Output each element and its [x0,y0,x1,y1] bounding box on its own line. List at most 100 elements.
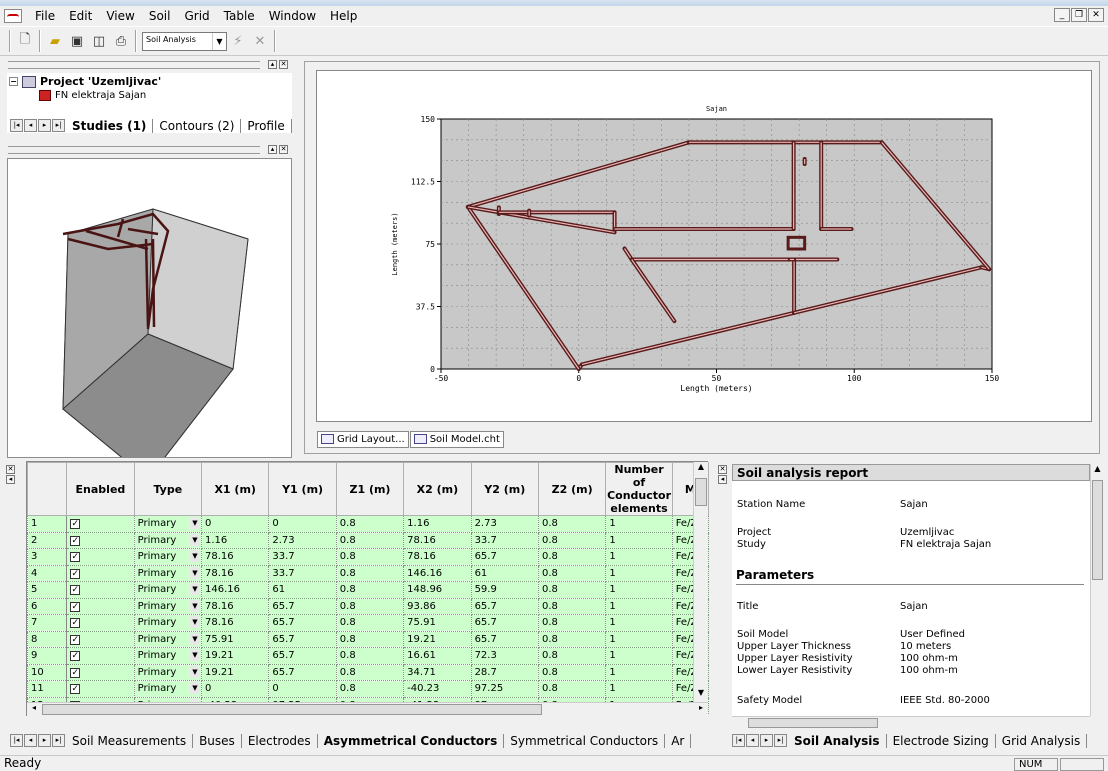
menu-view[interactable]: View [99,9,141,23]
table-cell[interactable]: 78.16 [403,531,472,549]
table-row[interactable]: 11 ✓ Primary ▼ 0 0 0.8 -40.23 97.25 0.8 1 Fe/Z [26,680,710,698]
table-cell[interactable]: 0 [200,515,270,533]
close-button[interactable]: ✕ [1088,8,1104,22]
table-row[interactable]: 9 ✓ Primary ▼ 19.21 65.7 0.8 16.61 72.3 0.8 1 Fe/Z [26,647,710,665]
table-row[interactable]: 10 ✓ Primary ▼ 19.21 65.7 0.8 34.71 28.7 0.8 1 Fe/Z [26,663,710,681]
table-cell[interactable]: 146.16 [403,564,472,582]
table-cell[interactable]: 65.7 [268,647,337,665]
table-cell[interactable]: 16.61 [403,647,472,665]
type-dropdown[interactable]: Primary ▼ [133,663,203,681]
type-dropdown[interactable]: Primary ▼ [133,548,203,566]
table-cell[interactable]: 0.8 [537,531,607,549]
first-tab-icon[interactable]: |◂ [732,734,745,747]
enabled-cell[interactable]: ✓ [66,630,135,648]
menu-window[interactable]: Window [262,9,323,23]
table-cell[interactable]: 33.7 [268,564,337,582]
column-header[interactable]: Y2 (m) [470,462,539,516]
table-row[interactable]: 8 ✓ Primary ▼ 75.91 65.7 0.8 19.21 65.7 0.8 1 Fe/Z [26,630,710,648]
chevron-down-icon[interactable]: ▼ [190,583,200,595]
table-cell[interactable]: 0.8 [335,647,405,665]
table-cell[interactable]: 65.7 [268,663,337,681]
table-cell[interactable]: 75.91 [200,630,270,648]
enabled-checkbox[interactable]: ✓ [70,519,81,530]
scroll-thumb[interactable] [42,704,542,715]
prev-tab-icon[interactable]: ◂ [24,734,37,747]
scroll-down-icon[interactable]: ▼ [694,688,708,702]
report-hscroll[interactable] [732,716,1090,729]
scroll-left-icon[interactable]: ◂ [27,703,41,716]
chevron-down-icon[interactable]: ▼ [190,665,200,678]
enabled-checkbox[interactable]: ✓ [70,552,81,563]
table-cell[interactable]: 1 [605,597,673,615]
table-cell[interactable]: 78.16 [200,548,270,566]
menu-soil[interactable]: Soil [142,9,178,23]
column-header[interactable]: Enabled [66,462,135,516]
type-dropdown[interactable]: Primary ▼ [133,515,203,533]
table-cell[interactable]: 1 [605,531,673,549]
row-number[interactable]: 5 [26,581,68,599]
column-header[interactable]: Y1 (m) [268,462,337,516]
row-number[interactable]: 4 [26,564,68,582]
enabled-cell[interactable]: ✓ [66,663,135,681]
print-preview-icon[interactable]: ◫ [88,30,110,52]
table-cell[interactable]: -40.23 [403,680,472,698]
chevron-down-icon[interactable]: ▼ [190,682,200,694]
row-number[interactable]: 8 [26,630,68,648]
menu-file[interactable]: File [28,9,62,23]
tab-buses[interactable]: Buses [193,733,242,748]
prev-tab-icon[interactable]: ◂ [24,119,37,132]
restore-button[interactable]: ❐ [1071,8,1087,22]
tab-contours[interactable]: Contours (2) [153,118,242,133]
type-dropdown[interactable]: Primary ▼ [133,630,203,648]
doc-tab-grid-layout[interactable]: Grid Layout... [317,430,409,448]
chevron-down-icon[interactable]: ▼ [190,599,200,612]
enabled-checkbox[interactable]: ✓ [70,667,81,678]
enabled-cell[interactable]: ✓ [66,647,135,665]
table-cell[interactable]: 97.25 [470,680,539,698]
enabled-checkbox[interactable]: ✓ [70,684,81,695]
table-cell[interactable]: 65.7 [268,597,337,615]
enabled-cell[interactable]: ✓ [66,597,135,615]
column-header[interactable]: X1 (m) [200,462,270,516]
table-cell[interactable]: 78.16 [200,614,270,632]
row-number[interactable]: 10 [26,663,68,681]
next-tab-icon[interactable]: ▸ [38,734,51,747]
table-row[interactable]: 5 ✓ Primary ▼ 146.16 61 0.8 148.96 59.9 0.8 1 Fe/Z [26,581,710,599]
table-vscroll[interactable]: ▲ ▼ [693,462,708,702]
enabled-cell[interactable]: ✓ [66,614,135,632]
table-cell[interactable]: 0.8 [537,630,607,648]
scroll-thumb[interactable] [695,478,707,506]
doc-tab-soil-model[interactable]: Soil Model.cht [409,430,504,448]
report-pane-close-icon[interactable]: ✕ [718,465,727,474]
table-cell[interactable]: 65.7 [470,597,539,615]
chevron-down-icon[interactable]: ▼ [190,566,200,579]
table-cell[interactable]: 1 [605,630,673,648]
view3d-pane-grip[interactable] [8,146,260,154]
table-cell[interactable]: 0.8 [335,515,405,533]
row-number[interactable]: 3 [26,548,68,566]
menu-grid[interactable]: Grid [177,9,216,23]
table-cell[interactable]: 0 [268,680,337,698]
open-folder-icon[interactable]: ▰ [44,30,66,52]
last-tab-icon[interactable]: ▸| [52,734,65,747]
print-icon[interactable]: ⎙ [110,30,132,52]
table-cell[interactable]: 0.8 [537,614,607,632]
tab-electrode-sizing[interactable]: Electrode Sizing [887,733,996,748]
tree-study-node[interactable]: FN elektraja Sajan [39,90,146,101]
table-row[interactable]: 6 ✓ Primary ▼ 78.16 65.7 0.8 93.86 65.7 0.8 1 Fe/Z [26,597,710,615]
table-cell[interactable]: 33.7 [268,548,337,566]
table-cell[interactable]: 0.8 [335,548,405,566]
table-cell[interactable]: 0.8 [335,680,405,698]
tab-profile[interactable]: Profile [241,118,292,133]
column-header[interactable] [26,462,68,516]
report-pane-restore-icon[interactable]: ◂ [718,475,727,484]
table-cell[interactable]: 28.7 [470,663,539,681]
table-cell[interactable]: 0.8 [335,663,405,681]
table-cell[interactable]: 1.16 [200,531,270,549]
table-cell[interactable]: 78.16 [403,548,472,566]
row-number[interactable]: 2 [26,531,68,549]
table-cell[interactable]: 0.8 [537,548,607,566]
column-header[interactable]: X2 (m) [403,462,472,516]
table-cell[interactable]: 65.7 [268,614,337,632]
table-cell[interactable]: 0.8 [537,515,607,533]
